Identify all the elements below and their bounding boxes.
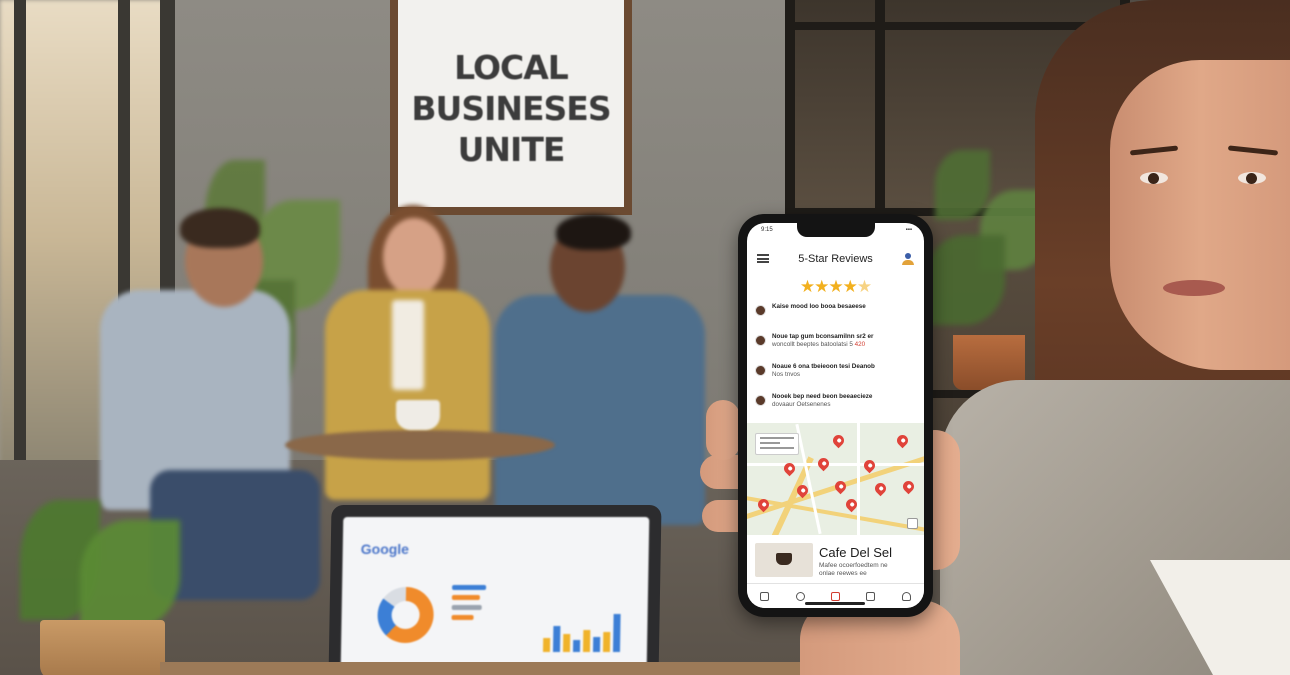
finger xyxy=(706,400,740,460)
review-line: Noue tap gum bconsamilnn sr2 er xyxy=(772,333,874,340)
review-text: Noaue 6 ona tbeieoon tesi Deanob Nos tnv… xyxy=(772,363,875,379)
map-view[interactable] xyxy=(747,423,924,535)
avatar xyxy=(755,335,766,346)
business-thumbnail xyxy=(755,543,813,577)
avatar xyxy=(755,305,766,316)
review-item[interactable]: Nooek bep need beon beeaecieze dovaaur O… xyxy=(755,393,917,423)
plant-leaf xyxy=(925,235,1005,325)
nav-home-icon[interactable] xyxy=(760,591,770,601)
nav-profile-icon[interactable] xyxy=(901,591,911,601)
half-star-icon: ★ xyxy=(856,277,872,296)
review-list: Kaise mood loo booa besaeese Noue tap gu… xyxy=(755,303,917,423)
shirt xyxy=(495,295,705,525)
business-card[interactable]: Cafe Del Sel Mafee ocoerfoedtem ne onlae… xyxy=(747,537,924,583)
map-pin-icon[interactable] xyxy=(815,455,832,472)
review-line: Noaue 6 ona tbeieoon tesi Deanob xyxy=(772,363,875,370)
coffee-cup xyxy=(396,400,440,430)
status-icons: ▪▪▪ xyxy=(905,227,912,233)
sign-line: UNITE xyxy=(457,130,566,169)
review-highlight: 420 xyxy=(854,341,866,348)
map-pin-icon[interactable] xyxy=(900,478,917,495)
lips xyxy=(1163,280,1225,296)
blouse xyxy=(392,300,424,390)
review-line: Kaise mood loo booa besaeese xyxy=(772,303,866,310)
photo-scene: LOCAL BUSINESES UNITE Google 9:15 ▪▪▪ 5-… xyxy=(0,0,1290,675)
column-chart-graphic xyxy=(541,592,632,652)
nav-reviews-icon[interactable] xyxy=(830,591,840,601)
sign-line: LOCAL xyxy=(454,48,569,87)
review-text: Nooek bep need beon beeaecieze dovaaur O… xyxy=(772,393,872,409)
nav-directions-icon[interactable] xyxy=(795,591,805,601)
review-item[interactable]: Kaise mood loo booa besaeese xyxy=(755,303,917,333)
eye xyxy=(1238,172,1266,184)
map-street xyxy=(747,463,924,466)
avatar xyxy=(755,395,766,406)
plant-pot xyxy=(40,620,165,675)
cafe-table xyxy=(285,430,555,460)
plant-leaf xyxy=(935,150,990,220)
map-street xyxy=(857,423,860,535)
smartphone: 9:15 ▪▪▪ 5-Star Reviews ★★★★★ Kaise mood… xyxy=(738,214,933,617)
bar-list-graphic xyxy=(451,585,487,625)
wall-sign: LOCAL BUSINESES UNITE xyxy=(390,0,632,215)
sign-line: BUSINESES xyxy=(411,89,611,128)
expand-map-icon[interactable] xyxy=(907,518,918,529)
head xyxy=(383,218,445,296)
review-line: dovaaur Oetsenenes xyxy=(772,401,831,408)
hair xyxy=(556,214,631,250)
app-title: 5-Star Reviews xyxy=(798,253,873,265)
review-text: Noue tap gum bconsamilnn sr2 er woncollt… xyxy=(772,333,873,349)
review-line-text: woncollt beeptes batoolatsi 5 xyxy=(772,341,855,348)
nav-messages-icon[interactable] xyxy=(866,591,876,601)
business-subtitle: Mafee ocoerfoedtem ne onlae reewes ee xyxy=(819,562,919,578)
woman-face xyxy=(1110,60,1290,370)
laptop-screen: Google xyxy=(340,517,650,675)
business-name: Cafe Del Sel xyxy=(819,545,892,560)
phone-screen: 9:15 ▪▪▪ 5-Star Reviews ★★★★★ Kaise mood… xyxy=(747,223,924,608)
avatar xyxy=(755,365,766,376)
review-line: Nooek bep need beon beeaecieze xyxy=(772,393,873,400)
google-logo: Google xyxy=(360,541,410,557)
business-subtitle-line: Mafee ocoerfoedtem ne xyxy=(819,562,888,569)
review-line: Nos tnvos xyxy=(772,371,800,378)
star-rating: ★★★★★ xyxy=(747,277,924,297)
home-indicator xyxy=(805,602,865,605)
phone-notch xyxy=(797,223,875,237)
map-pin-icon[interactable] xyxy=(894,432,911,449)
hair xyxy=(180,208,260,248)
review-text: Kaise mood loo booa besaeese xyxy=(772,303,866,311)
eye xyxy=(1140,172,1168,184)
donut-chart-graphic xyxy=(377,587,435,643)
business-subtitle-line: onlae reewes ee xyxy=(819,570,867,577)
map-legend xyxy=(755,433,799,455)
review-item[interactable]: Noaue 6 ona tbeieoon tesi Deanob Nos tnv… xyxy=(755,363,917,393)
plant-leaf xyxy=(80,520,180,630)
review-item[interactable]: Noue tap gum bconsamilnn sr2 er woncollt… xyxy=(755,333,917,363)
map-pin-icon[interactable] xyxy=(830,432,847,449)
status-time: 9:15 xyxy=(761,227,773,233)
profile-icon[interactable] xyxy=(902,253,914,265)
review-line: woncollt beeptes batoolatsi 5 420 xyxy=(772,341,873,349)
shelf-board xyxy=(785,22,1125,30)
laptop: Google xyxy=(328,505,662,675)
map-pin-icon[interactable] xyxy=(872,480,889,497)
app-header: 5-Star Reviews xyxy=(747,239,924,281)
full-stars: ★★★★ xyxy=(799,277,858,296)
